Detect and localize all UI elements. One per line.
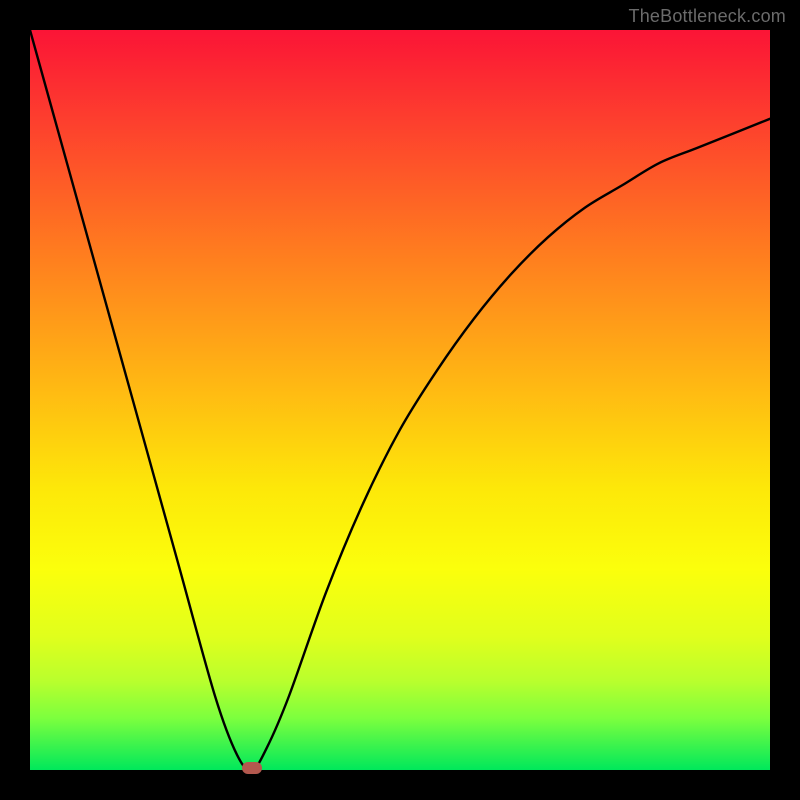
bottleneck-curve [30,30,770,770]
watermark-text: TheBottleneck.com [629,6,786,27]
plot-area [30,30,770,770]
min-marker [242,762,262,774]
chart-frame: TheBottleneck.com [0,0,800,800]
